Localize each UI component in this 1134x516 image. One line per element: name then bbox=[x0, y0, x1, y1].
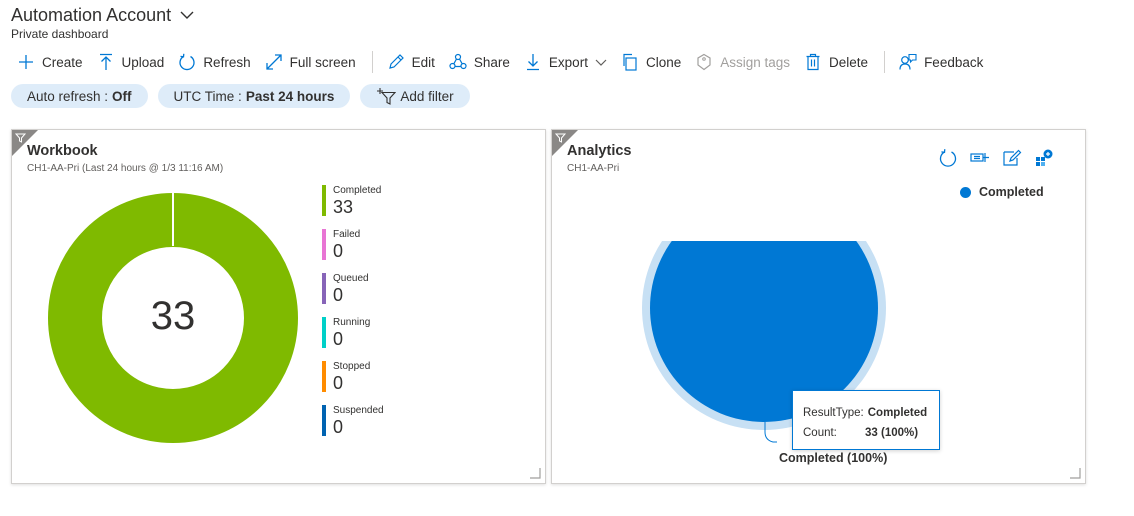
plus-icon bbox=[17, 53, 35, 71]
pin-icon[interactable] bbox=[970, 148, 990, 168]
toolbar-divider bbox=[884, 51, 886, 73]
legend-dot-completed bbox=[960, 186, 971, 198]
edit-query-icon[interactable] bbox=[1002, 148, 1022, 168]
edit-label: Edit bbox=[411, 54, 435, 70]
refresh-label: Refresh bbox=[203, 54, 251, 70]
full-screen-label: Full screen bbox=[289, 54, 356, 70]
feedback-icon bbox=[899, 53, 917, 71]
delete-button[interactable]: Delete bbox=[798, 50, 876, 74]
download-icon bbox=[524, 53, 542, 71]
auto-refresh-pill[interactable]: Auto refresh : Off bbox=[11, 84, 148, 108]
upload-button[interactable]: Upload bbox=[91, 50, 173, 74]
edit-button[interactable]: Edit bbox=[381, 50, 443, 74]
status-legend: Completed 33 Failed 0 Queued 0 Running 0… bbox=[322, 184, 384, 448]
clone-label: Clone bbox=[645, 54, 682, 70]
legend-swatch-running bbox=[322, 317, 326, 348]
legend-item-suspended[interactable]: Suspended 0 bbox=[322, 404, 384, 448]
tooltip-key: ResultType: bbox=[803, 407, 864, 419]
tooltip-key: Count: bbox=[803, 427, 837, 439]
legend-swatch-completed bbox=[322, 185, 326, 216]
page-subtitle: Private dashboard bbox=[11, 27, 109, 41]
refresh-icon[interactable] bbox=[938, 148, 958, 168]
upload-icon bbox=[97, 53, 115, 71]
legend-item-stopped[interactable]: Stopped 0 bbox=[322, 360, 384, 404]
export-label: Export bbox=[548, 54, 588, 70]
legend-value: 33 bbox=[333, 197, 354, 217]
chart-tooltip: ResultType: Completed Count: 33 (100%) bbox=[792, 390, 940, 450]
assign-tags-button[interactable]: Assign tags bbox=[689, 50, 798, 74]
share-label: Share bbox=[473, 54, 510, 70]
expand-icon bbox=[265, 53, 283, 71]
clone-button[interactable]: Clone bbox=[615, 50, 689, 74]
workbook-tile[interactable]: Workbook CH1-AA-Pri (Last 24 hours @ 1/3… bbox=[11, 129, 546, 484]
export-button[interactable]: Export bbox=[518, 50, 615, 74]
page-header: Automation Account Private dashboard bbox=[11, 4, 195, 41]
legend-item-queued[interactable]: Queued 0 bbox=[322, 272, 384, 316]
legend-item-running[interactable]: Running 0 bbox=[322, 316, 384, 360]
toolbar-divider bbox=[371, 51, 373, 73]
time-range-value: Past 24 hours bbox=[245, 88, 335, 104]
filter-bar: Auto refresh : Off UTC Time : Past 24 ho… bbox=[11, 84, 470, 108]
pie-slice-label: Completed (100%) bbox=[779, 451, 888, 465]
resize-handle-icon[interactable] bbox=[530, 468, 541, 479]
auto-refresh-label: Auto refresh : bbox=[27, 88, 109, 104]
command-bar: Create Upload Refresh Full screen Edit S… bbox=[11, 50, 991, 74]
analytics-tile[interactable]: Analytics CH1-AA-Pri Completed Completed… bbox=[551, 129, 1086, 484]
donut-total: 33 bbox=[150, 294, 196, 338]
tile-subtitle: CH1-AA-Pri bbox=[567, 163, 620, 174]
tag-icon bbox=[695, 53, 713, 71]
legend-swatch-failed bbox=[322, 229, 326, 260]
create-label: Create bbox=[42, 54, 83, 70]
legend-value: 0 bbox=[333, 241, 344, 261]
assign-tags-label: Assign tags bbox=[720, 54, 791, 70]
legend-label: Failed bbox=[333, 229, 361, 240]
refresh-icon bbox=[178, 53, 196, 71]
tile-title: Workbook bbox=[27, 143, 98, 159]
legend-label: Queued bbox=[333, 273, 369, 284]
add-filter-label: Add filter bbox=[400, 88, 454, 104]
time-range-label: UTC Time : bbox=[173, 88, 242, 104]
copy-icon bbox=[621, 53, 639, 71]
legend-label: Suspended bbox=[333, 405, 384, 416]
feedback-label: Feedback bbox=[924, 54, 984, 70]
legend-swatch-suspended bbox=[322, 405, 326, 436]
legend-item-failed[interactable]: Failed 0 bbox=[322, 228, 384, 272]
open-logs-icon[interactable] bbox=[1034, 148, 1054, 168]
page-title: Automation Account bbox=[11, 5, 172, 25]
chevron-down-icon bbox=[595, 56, 607, 68]
legend-item-completed[interactable]: Completed 33 bbox=[322, 184, 384, 228]
legend-swatch-queued bbox=[322, 273, 326, 304]
legend-label: Running bbox=[333, 317, 371, 328]
tile-actions bbox=[938, 148, 1054, 168]
legend-label: Completed bbox=[333, 185, 382, 196]
legend-value: 0 bbox=[333, 285, 344, 305]
tooltip-value: 33 (100%) bbox=[865, 427, 919, 439]
full-screen-button[interactable]: Full screen bbox=[259, 50, 364, 74]
add-filter-icon bbox=[376, 87, 397, 105]
share-button[interactable]: Share bbox=[443, 50, 518, 74]
trash-icon bbox=[804, 53, 822, 71]
legend-value: 0 bbox=[333, 417, 344, 437]
resize-handle-icon[interactable] bbox=[1070, 468, 1081, 479]
auto-refresh-value: Off bbox=[112, 88, 132, 104]
tooltip-value: Completed bbox=[867, 407, 928, 419]
add-filter-pill[interactable]: Add filter bbox=[360, 84, 470, 108]
legend-label: Stopped bbox=[333, 361, 371, 372]
refresh-button[interactable]: Refresh bbox=[172, 50, 258, 74]
legend-value: 0 bbox=[333, 329, 344, 349]
feedback-button[interactable]: Feedback bbox=[893, 50, 991, 74]
share-icon bbox=[449, 53, 467, 71]
legend-value: 0 bbox=[333, 373, 344, 393]
tile-title: Analytics bbox=[567, 143, 632, 159]
create-button[interactable]: Create bbox=[11, 50, 91, 74]
upload-label: Upload bbox=[121, 54, 165, 70]
analytics-legend[interactable]: Completed bbox=[960, 185, 1044, 199]
legend-label: Completed bbox=[979, 185, 1044, 199]
legend-swatch-stopped bbox=[322, 361, 326, 392]
delete-label: Delete bbox=[829, 54, 869, 70]
tile-subtitle: CH1-AA-Pri (Last 24 hours @ 1/3 11:16 AM… bbox=[27, 163, 224, 174]
time-range-pill[interactable]: UTC Time : Past 24 hours bbox=[157, 84, 351, 108]
pencil-icon bbox=[387, 53, 405, 71]
chevron-down-icon[interactable] bbox=[179, 7, 195, 23]
